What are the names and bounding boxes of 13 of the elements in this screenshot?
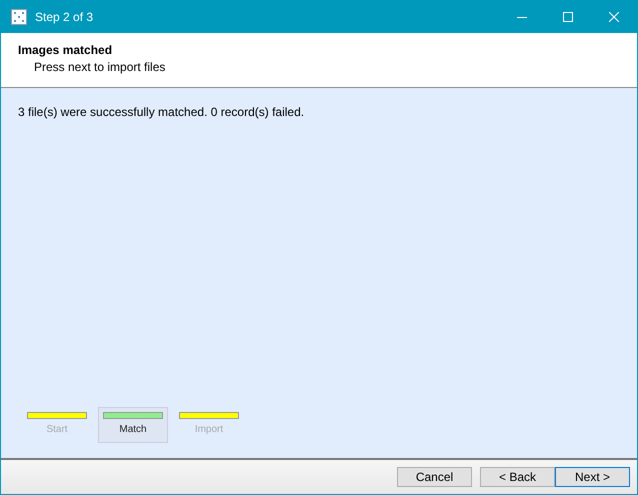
next-button[interactable]: Next >	[555, 467, 630, 487]
step-label: Import	[194, 424, 224, 435]
maximize-icon[interactable]	[563, 12, 573, 22]
back-button[interactable]: < Back	[480, 467, 555, 487]
step-label: Match	[119, 424, 147, 435]
status-message: 3 file(s) were successfully matched. 0 record(s) failed.	[18, 105, 306, 119]
window-title: Step 2 of 3	[35, 10, 94, 24]
app-icon	[11, 9, 27, 25]
cancel-button[interactable]: Cancel	[397, 467, 472, 487]
step-label: Start	[46, 424, 68, 435]
close-icon[interactable]	[609, 12, 619, 22]
page-title: Images matched	[18, 43, 114, 57]
page-subtitle: Press next to import files	[34, 60, 166, 74]
